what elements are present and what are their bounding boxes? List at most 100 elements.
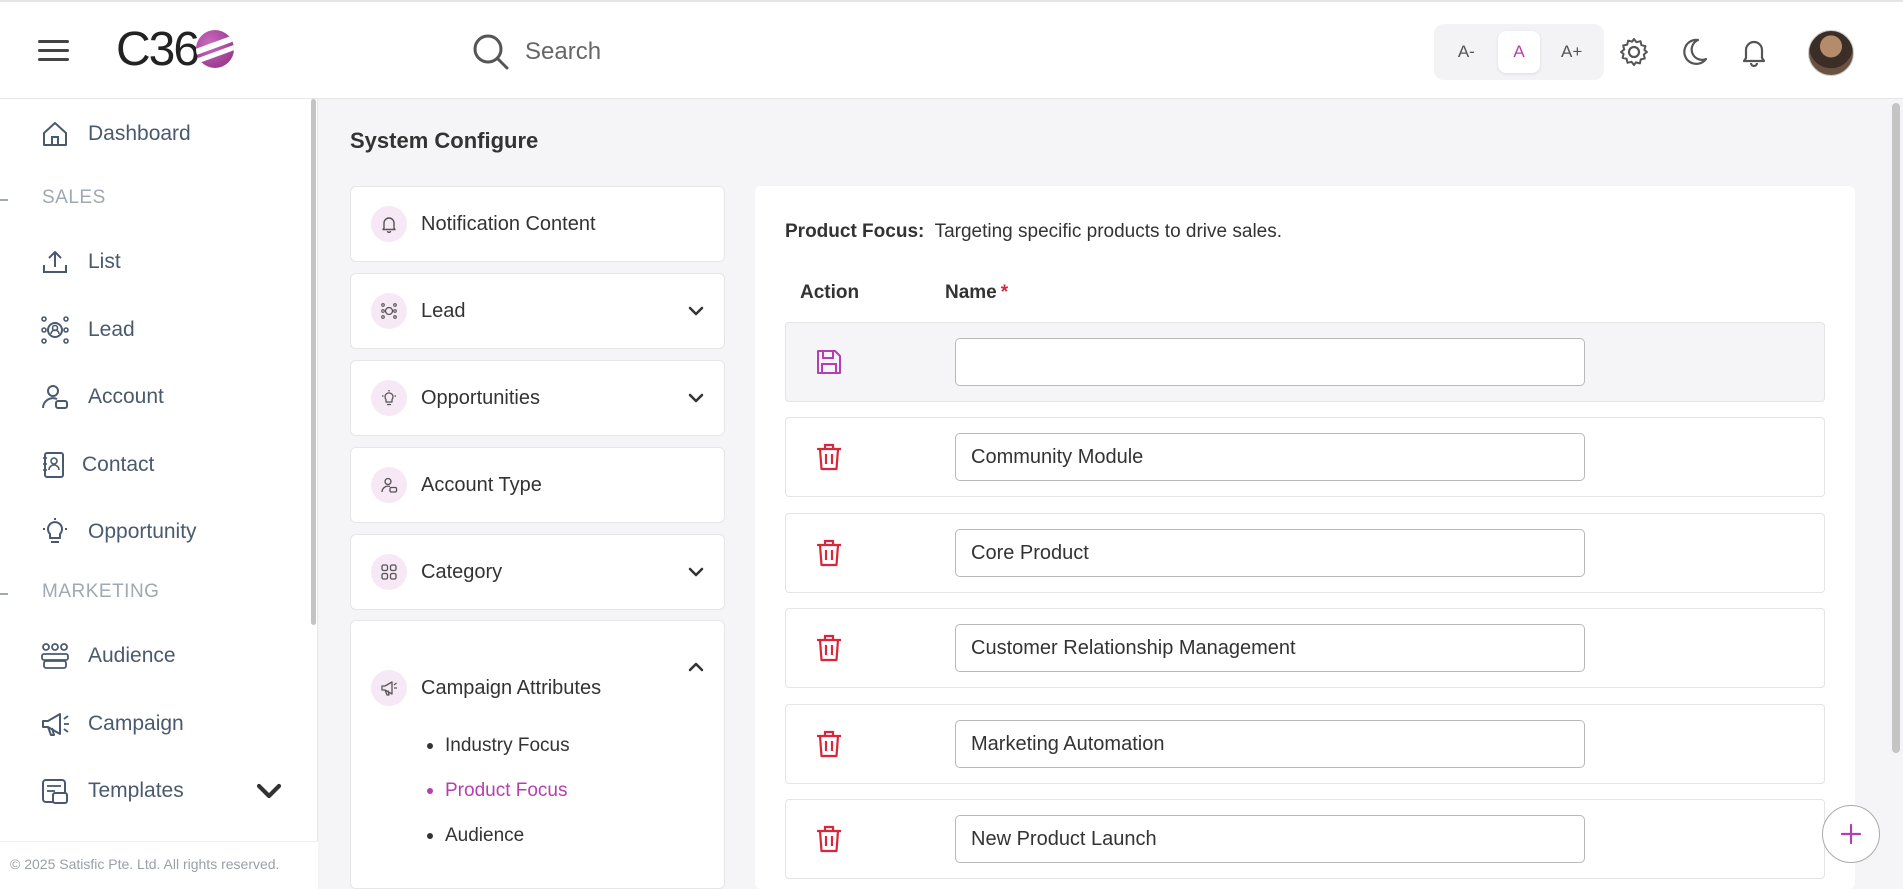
sidebar-item-lead[interactable]: Lead: [40, 315, 135, 345]
config-item-label: Lead: [421, 299, 466, 322]
sidebar-item-account[interactable]: Account: [40, 382, 164, 412]
table-row: Community Module: [785, 417, 1825, 497]
save-icon[interactable]: [814, 347, 844, 377]
sidebar-item-campaign[interactable]: Campaign: [40, 709, 184, 739]
search-bar[interactable]: Search: [471, 32, 601, 72]
sub-item-industry-focus[interactable]: Industry Focus: [445, 723, 570, 768]
font-decrease-button[interactable]: A-: [1445, 31, 1487, 73]
footer-copyright: © 2025 Satisfic Pte. Ltd. All rights res…: [0, 841, 318, 889]
config-item-campaign-attributes[interactable]: Campaign Attributes Industry Focus Produ…: [350, 620, 725, 889]
new-row: [785, 322, 1825, 402]
name-input[interactable]: New Product Launch: [955, 815, 1585, 863]
chevron-down-icon[interactable]: [254, 776, 284, 806]
bell-icon[interactable]: [1738, 36, 1770, 68]
bulb-icon: [43, 518, 67, 543]
trash-icon[interactable]: [814, 729, 844, 759]
bulb-icon: [371, 380, 407, 416]
page-scrollbar[interactable]: [1892, 103, 1900, 753]
font-normal-button[interactable]: A: [1497, 31, 1540, 73]
name-input[interactable]: Marketing Automation: [955, 720, 1585, 768]
lead-icon: [41, 316, 69, 344]
avatar[interactable]: [1808, 30, 1854, 76]
bell-icon: [371, 206, 407, 242]
config-item-lead[interactable]: Lead: [350, 273, 725, 349]
grid-icon: [371, 554, 407, 590]
sidebar-item-label: Account: [88, 385, 164, 408]
name-input[interactable]: Customer Relationship Management: [955, 624, 1585, 672]
sidebar-item-templates[interactable]: Templates: [40, 776, 284, 806]
top-header: C36 Search A- A A+: [0, 0, 1903, 99]
config-item-label: Notification Content: [421, 212, 596, 235]
sidebar-item-label: Audience: [88, 644, 176, 667]
sidebar-item-audience[interactable]: Audience: [40, 641, 176, 671]
logo-mark: [196, 30, 235, 68]
contact-icon: [43, 452, 64, 478]
content-panel: Product Focus: Targeting specific produc…: [755, 186, 1855, 889]
table-row: New Product Launch: [785, 799, 1825, 879]
search-input[interactable]: Search: [525, 38, 601, 66]
sidebar-item-list[interactable]: List: [40, 247, 121, 277]
sidebar-item-label: Dashboard: [88, 122, 191, 145]
account-icon: [42, 385, 68, 409]
config-item-label: Campaign Attributes: [421, 676, 602, 699]
trash-icon[interactable]: [814, 442, 844, 472]
sub-item-product-focus[interactable]: Product Focus: [445, 768, 570, 813]
new-name-input[interactable]: [955, 338, 1585, 386]
trash-icon[interactable]: [814, 538, 844, 568]
home-icon: [43, 122, 67, 146]
plus-icon: [1840, 823, 1862, 845]
sidebar-section-sales: SALES: [42, 187, 106, 208]
name-input[interactable]: Community Module: [955, 433, 1585, 481]
sub-item-audience[interactable]: Audience: [445, 813, 570, 858]
search-icon: [473, 34, 509, 70]
column-name-label: Name: [945, 282, 997, 303]
upload-icon: [43, 251, 67, 273]
megaphone-icon: [42, 713, 69, 736]
account-icon: [371, 467, 407, 503]
config-item-category[interactable]: Category: [350, 534, 725, 610]
sidebar-item-label: Contact: [82, 453, 155, 476]
audience-icon: [41, 643, 69, 669]
config-item-opportunities[interactable]: Opportunities: [350, 360, 725, 436]
config-item-account-type[interactable]: Account Type: [350, 447, 725, 523]
config-item-label: Category: [421, 560, 503, 583]
table-row: Customer Relationship Management: [785, 608, 1825, 688]
chevron-down-icon[interactable]: [686, 301, 706, 321]
config-item-label: Account Type: [421, 473, 542, 496]
section-marker: [0, 593, 8, 595]
campaign-sub-list: Industry Focus Product Focus Audience: [445, 723, 570, 858]
column-header-action: Action: [800, 282, 860, 303]
megaphone-icon: [371, 670, 407, 706]
column-header-name: Name *: [945, 282, 1008, 304]
templates-icon: [42, 779, 68, 804]
add-button[interactable]: [1822, 805, 1880, 863]
sidebar-item-label: Campaign: [88, 712, 184, 735]
name-input[interactable]: Core Product: [955, 529, 1585, 577]
sidebar-item-opportunity[interactable]: Opportunity: [40, 517, 197, 547]
lead-icon: [371, 293, 407, 329]
page-title: System Configure: [350, 128, 539, 153]
sidebar-item-dashboard[interactable]: Dashboard: [40, 119, 191, 149]
sidebar-item-label: List: [88, 250, 121, 273]
description-title: Product Focus:: [785, 221, 925, 242]
chevron-down-icon[interactable]: [686, 388, 706, 408]
section-description: Product Focus: Targeting specific produc…: [785, 221, 1282, 243]
font-increase-button[interactable]: A+: [1551, 31, 1593, 73]
trash-icon[interactable]: [814, 824, 844, 854]
description-text: Targeting specific products to drive sal…: [934, 221, 1283, 242]
config-item-notification-content[interactable]: Notification Content: [350, 186, 725, 262]
table-row: Marketing Automation: [785, 704, 1825, 784]
chevron-down-icon[interactable]: [686, 562, 706, 582]
menu-icon[interactable]: [38, 40, 69, 62]
gear-icon[interactable]: [1618, 36, 1650, 68]
chevron-up-icon[interactable]: [686, 657, 706, 677]
section-marker: [0, 199, 8, 201]
sidebar-item-contact[interactable]: Contact: [40, 450, 154, 480]
sidebar: Dashboard SALES List Lead Account Contac…: [0, 99, 318, 889]
sidebar-item-label: Lead: [88, 318, 135, 341]
sidebar-scrollbar[interactable]: [311, 99, 316, 625]
table-row: Core Product: [785, 513, 1825, 593]
logo[interactable]: C36: [116, 23, 235, 76]
dark-mode-icon[interactable]: [1678, 36, 1710, 68]
trash-icon[interactable]: [814, 633, 844, 663]
